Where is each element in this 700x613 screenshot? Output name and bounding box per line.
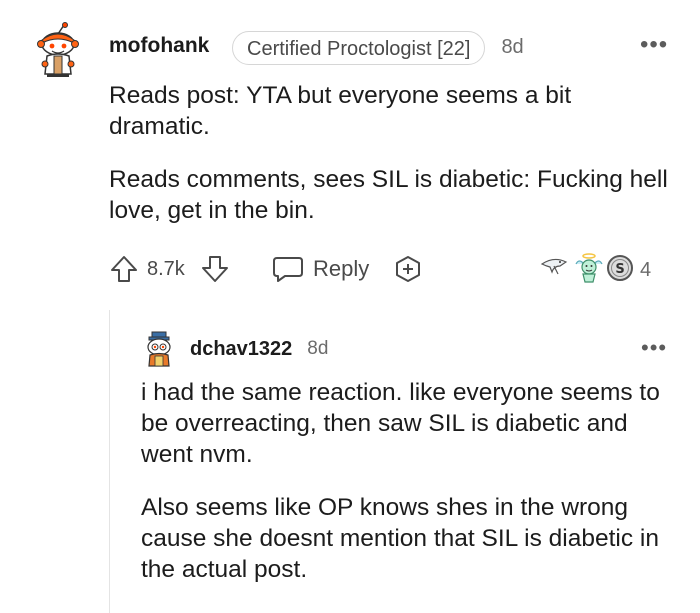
reply-button[interactable]: Reply	[313, 256, 369, 282]
user-avatar[interactable]	[141, 330, 177, 368]
more-options-button[interactable]: •••	[640, 33, 668, 57]
shark-award-icon[interactable]	[540, 254, 568, 282]
thread-line	[109, 310, 110, 613]
vote-score: 8.7k	[147, 258, 185, 280]
reply-timestamp[interactable]: 8d	[307, 338, 328, 360]
upvote-icon[interactable]	[109, 254, 139, 284]
comment-timestamp[interactable]: 8d	[501, 36, 523, 59]
reply-paragraph: Also seems like OP knows shes in the wro…	[141, 494, 659, 583]
silver-coin-award-icon[interactable]: S	[605, 253, 635, 283]
angel-award-icon[interactable]	[573, 252, 605, 284]
comment-paragraph: Reads post: YTA but everyone seems a bit…	[109, 82, 572, 140]
reply-author[interactable]: dchav1322	[190, 338, 292, 361]
user-avatar[interactable]	[33, 22, 83, 78]
reply-paragraph: i had the same reaction. like everyone s…	[141, 379, 660, 468]
comment-author[interactable]: mofohank	[109, 34, 209, 58]
comment-paragraph: Reads comments, sees SIL is diabetic: Fu…	[109, 166, 668, 224]
comment-action-bar: 8.7k Reply S 4	[0, 250, 700, 290]
user-flair: Certified Proctologist [22]	[232, 31, 486, 65]
award-count: 4	[640, 259, 652, 281]
add-award-icon[interactable]	[393, 254, 423, 284]
more-options-button[interactable]: •••	[641, 337, 667, 359]
downvote-icon[interactable]	[200, 254, 230, 284]
svg-text:S: S	[615, 262, 624, 277]
chat-bubble-icon[interactable]	[271, 254, 305, 284]
